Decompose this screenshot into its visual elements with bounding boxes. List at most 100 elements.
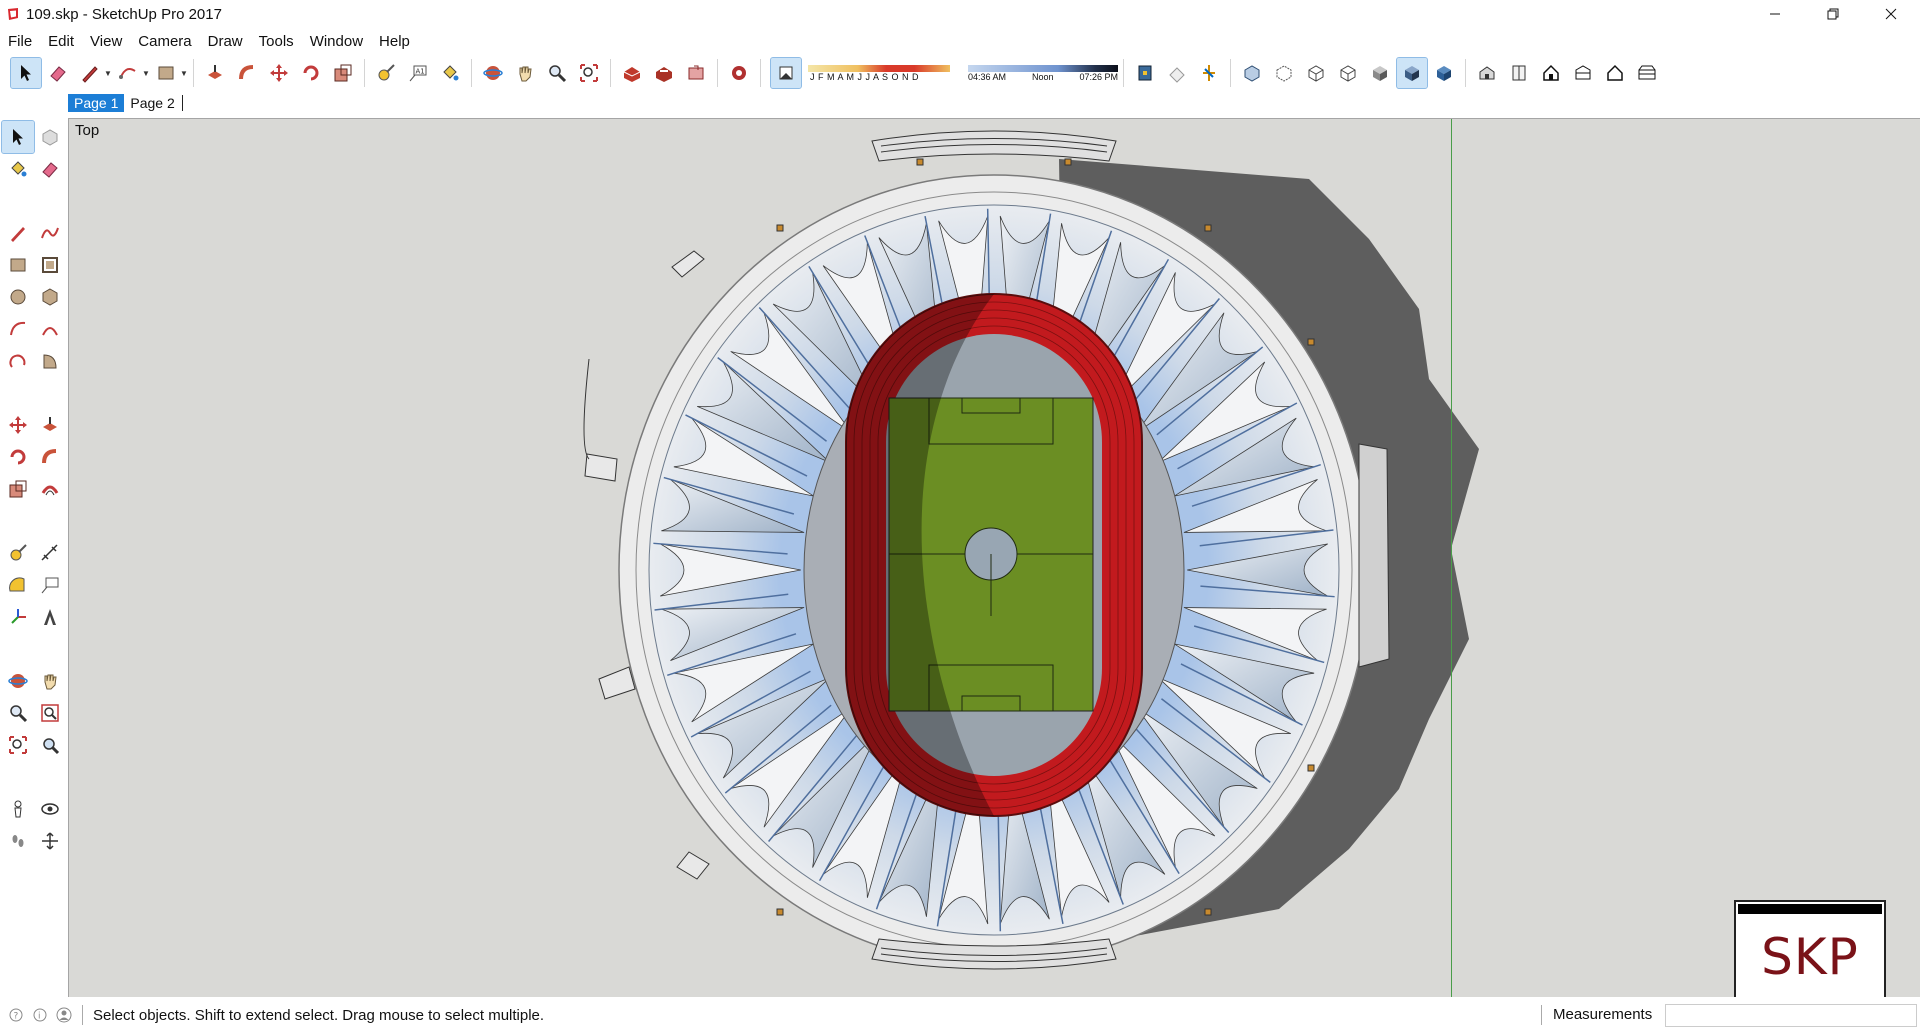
share-component-button[interactable] — [681, 58, 711, 88]
back-edges-icon — [1276, 65, 1292, 82]
palette-freehand-button[interactable] — [34, 217, 66, 249]
tab-page-2[interactable]: Page 2 — [124, 94, 180, 112]
user-account-icon[interactable] — [56, 1007, 72, 1023]
menu-tools[interactable]: Tools — [251, 33, 302, 50]
palette-circle-button[interactable] — [2, 281, 34, 313]
palette-protractor-button[interactable] — [2, 569, 34, 601]
palette-3d-text-button[interactable] — [34, 601, 66, 633]
shaded-button[interactable] — [1365, 58, 1395, 88]
palette-axes-button[interactable] — [2, 601, 34, 633]
zoom-button[interactable] — [542, 58, 572, 88]
palette-line-button[interactable] — [2, 217, 34, 249]
section-plane-button[interactable] — [1130, 58, 1160, 88]
line-tool-button[interactable] — [75, 58, 105, 88]
warehouse-button[interactable] — [617, 58, 647, 88]
palette-eraser-button[interactable] — [34, 153, 66, 185]
menu-help[interactable]: Help — [371, 33, 418, 50]
palette-offset-button[interactable] — [34, 473, 66, 505]
rectangle-tool-button[interactable] — [151, 58, 181, 88]
arc-dropdown-icon[interactable]: ▼ — [142, 69, 150, 78]
palette-zoom-window-button[interactable] — [34, 697, 66, 729]
palette-move-button[interactable] — [2, 409, 34, 441]
palette-3pt-arc-button[interactable] — [2, 345, 34, 377]
menu-file[interactable]: File — [0, 33, 40, 50]
palette-pan-button[interactable] — [34, 665, 66, 697]
palette-previous-view-button[interactable] — [34, 729, 66, 761]
pan-button[interactable] — [510, 58, 540, 88]
shadow-time-slider[interactable]: 04:36 AM Noon 07:26 PM — [968, 64, 1118, 82]
scale-button[interactable] — [328, 58, 358, 88]
palette-polygon-button[interactable] — [34, 281, 66, 313]
iso-view-button[interactable] — [1472, 58, 1502, 88]
wireframe-button[interactable] — [1301, 58, 1331, 88]
menu-window[interactable]: Window — [302, 33, 371, 50]
front-view-button[interactable] — [1536, 58, 1566, 88]
xray-button[interactable] — [1237, 58, 1267, 88]
text-button[interactable]: A1 — [403, 58, 433, 88]
monochrome-button[interactable] — [1429, 58, 1459, 88]
wireframe-icon — [1308, 65, 1324, 82]
menu-edit[interactable]: Edit — [40, 33, 82, 50]
palette-paint-bucket-button[interactable] — [2, 153, 34, 185]
palette-make-component-button[interactable] — [34, 121, 66, 153]
restore-button[interactable] — [1804, 0, 1862, 28]
palette-arc-button[interactable] — [2, 313, 34, 345]
right-view-button[interactable] — [1568, 58, 1598, 88]
back-edges-button[interactable] — [1269, 58, 1299, 88]
palette-pie-button[interactable] — [34, 345, 66, 377]
model-viewport[interactable]: Top SKP — [68, 118, 1920, 997]
geo-location-icon[interactable]: ? — [8, 1007, 24, 1023]
palette-section-plane-button[interactable] — [34, 825, 66, 857]
palette-zoom-extents-button[interactable] — [2, 729, 34, 761]
palette-tape-measure-button[interactable] — [2, 537, 34, 569]
section-fill-icon — [1203, 65, 1215, 81]
share-model-button[interactable] — [649, 58, 679, 88]
menu-draw[interactable]: Draw — [200, 33, 251, 50]
top-view-button[interactable] — [1504, 58, 1534, 88]
shaded-with-textures-button[interactable] — [1396, 57, 1428, 89]
minimize-button[interactable] — [1746, 0, 1804, 28]
left-view-button[interactable] — [1632, 58, 1662, 88]
palette-rotated-rectangle-button[interactable] — [34, 249, 66, 281]
move-button[interactable] — [264, 58, 294, 88]
back-view-button[interactable] — [1600, 58, 1630, 88]
credits-icon[interactable]: i — [32, 1007, 48, 1023]
palette-scale-button[interactable] — [2, 473, 34, 505]
rotate-button[interactable] — [296, 58, 326, 88]
zoom-extents-button[interactable] — [574, 58, 604, 88]
palette-follow-me-button[interactable] — [34, 441, 66, 473]
palette-select-button[interactable] — [1, 120, 35, 154]
palette-rectangle-button[interactable] — [2, 249, 34, 281]
paint-bucket-button[interactable] — [435, 58, 465, 88]
select-tool-button[interactable] — [10, 57, 42, 89]
palette-look-around-button[interactable] — [34, 793, 66, 825]
palette-2pt-arc-button[interactable] — [34, 313, 66, 345]
push-pull-button[interactable] — [200, 58, 230, 88]
tab-page-1[interactable]: Page 1 — [68, 94, 125, 112]
orbit-button[interactable] — [478, 58, 508, 88]
section-fill-button[interactable] — [1194, 58, 1224, 88]
follow-me-button[interactable] — [232, 58, 262, 88]
shadow-month-slider[interactable]: J F M A M J J A S O N D — [808, 64, 950, 82]
close-button[interactable] — [1862, 0, 1920, 28]
hidden-line-button[interactable] — [1333, 58, 1363, 88]
palette-push-pull-button[interactable] — [34, 409, 66, 441]
arc-tool-button[interactable] — [113, 58, 143, 88]
tape-measure-button[interactable] — [371, 58, 401, 88]
palette-walk-button[interactable] — [2, 825, 34, 857]
menu-view[interactable]: View — [82, 33, 130, 50]
palette-rotate-button[interactable] — [2, 441, 34, 473]
palette-position-camera-button[interactable] — [2, 793, 34, 825]
section-display-button[interactable] — [1162, 58, 1192, 88]
palette-orbit-button[interactable] — [2, 665, 34, 697]
palette-text-button[interactable] — [34, 569, 66, 601]
line-dropdown-icon[interactable]: ▼ — [104, 69, 112, 78]
measurements-input[interactable] — [1665, 1004, 1917, 1027]
palette-dimension-button[interactable] — [34, 537, 66, 569]
palette-zoom-button[interactable] — [2, 697, 34, 729]
shadows-toggle-button[interactable] — [770, 57, 802, 89]
shape-dropdown-icon[interactable]: ▼ — [180, 69, 188, 78]
eraser-tool-button[interactable] — [43, 58, 73, 88]
menu-camera[interactable]: Camera — [130, 33, 199, 50]
extension-warehouse-button[interactable] — [724, 58, 754, 88]
